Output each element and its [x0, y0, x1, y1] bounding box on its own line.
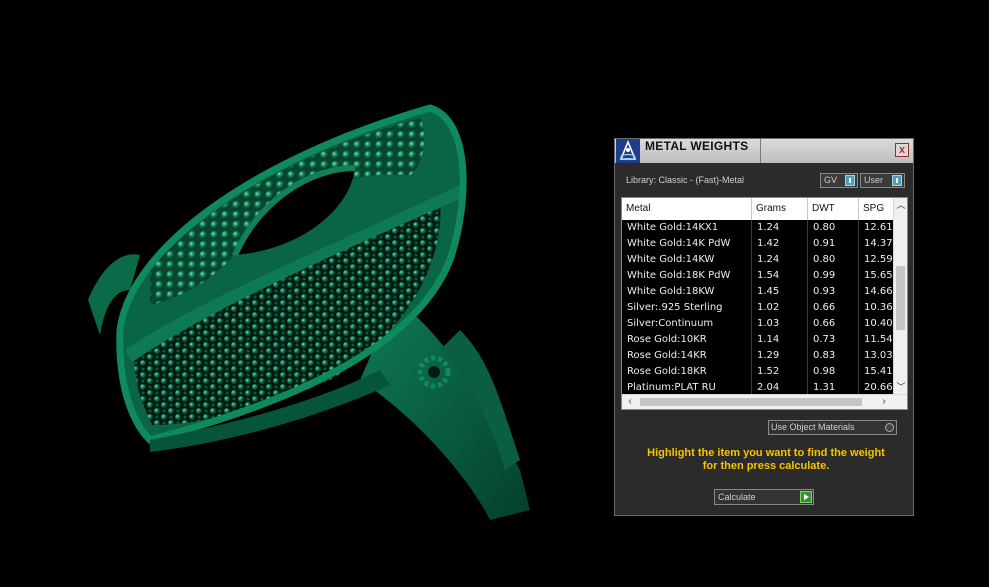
table-header: Metal Grams DWT SPG — [622, 198, 899, 220]
cell-grams: 1.54 — [752, 268, 808, 284]
cell-metal: Rose Gold:14KR — [622, 348, 752, 364]
toggle-knob-icon — [845, 175, 855, 186]
cell-dwt: 0.99 — [808, 268, 859, 284]
table-row[interactable]: White Gold:14KX1 1.24 0.80 12.61 — [622, 220, 899, 236]
cell-metal: White Gold:14KW — [622, 252, 752, 268]
scroll-left-icon[interactable]: ‹ — [624, 396, 636, 408]
metal-weights-panel: METAL WEIGHTS x Library: Classic - (Fast… — [614, 138, 914, 516]
scroll-right-icon[interactable]: › — [878, 396, 890, 408]
use-object-materials-option[interactable]: Use Object Materials — [768, 420, 897, 435]
title-divider — [760, 139, 761, 163]
calculate-button[interactable]: Calculate — [714, 489, 814, 505]
cell-dwt: 0.80 — [808, 220, 859, 236]
calculate-label: Calculate — [718, 492, 756, 502]
table-row[interactable]: Rose Gold:10KR 1.14 0.73 11.54 — [622, 332, 899, 348]
cell-dwt: 0.83 — [808, 348, 859, 364]
table-row[interactable]: Rose Gold:18KR 1.52 0.98 15.41 — [622, 364, 899, 380]
toggle-knob-icon — [892, 175, 902, 186]
cell-metal: White Gold:14KX1 — [622, 220, 752, 236]
instruction-text: Highlight the item you want to find the … — [623, 447, 909, 473]
instruction-line-2: for then press calculate. — [702, 460, 830, 472]
cell-dwt: 0.66 — [808, 316, 859, 332]
cell-grams: 1.52 — [752, 364, 808, 380]
cell-dwt: 0.80 — [808, 252, 859, 268]
gv-toggle[interactable]: GV — [820, 173, 858, 188]
table-row[interactable]: White Gold:18KW 1.45 0.93 14.66 — [622, 284, 899, 300]
cell-dwt: 0.98 — [808, 364, 859, 380]
horizontal-scroll-thumb[interactable] — [640, 398, 862, 406]
column-header-grams[interactable]: Grams — [752, 198, 808, 220]
table-row[interactable]: Silver:Continuum 1.03 0.66 10.40 — [622, 316, 899, 332]
cell-grams: 1.24 — [752, 252, 808, 268]
cell-metal: Silver:Continuum — [622, 316, 752, 332]
scroll-down-icon[interactable]: ﹀ — [896, 382, 906, 392]
table-row[interactable]: Rose Gold:14KR 1.29 0.83 13.03 — [622, 348, 899, 364]
table-row[interactable]: White Gold:14KW 1.24 0.80 12.59 — [622, 252, 899, 268]
cell-metal: White Gold:18K PdW — [622, 268, 752, 284]
table-body: White Gold:14KX1 1.24 0.80 12.61 White Gold:… — [622, 220, 899, 396]
user-toggle-label: User — [864, 175, 884, 185]
metal-table[interactable]: Metal Grams DWT SPG White Gold:14KX1 1.24… — [621, 197, 908, 410]
cell-metal: Rose Gold:18KR — [622, 364, 752, 380]
cell-dwt: 0.93 — [808, 284, 859, 300]
cell-metal: Silver:.925 Sterling — [622, 300, 752, 316]
use-object-materials-label: Use Object Materials — [771, 422, 855, 432]
gv-toggle-label: GV — [824, 175, 838, 185]
cell-dwt: 0.66 — [808, 300, 859, 316]
user-toggle[interactable]: User — [860, 173, 905, 188]
vertical-scroll-thumb[interactable] — [896, 266, 905, 330]
scroll-up-icon[interactable]: ︿ — [896, 200, 906, 210]
play-arrow-icon[interactable] — [800, 491, 812, 503]
panel-titlebar[interactable]: METAL WEIGHTS x — [615, 139, 913, 163]
cell-grams: 1.24 — [752, 220, 808, 236]
cell-grams: 1.02 — [752, 300, 808, 316]
close-button[interactable]: x — [895, 143, 909, 157]
panel-title: METAL WEIGHTS — [645, 139, 749, 153]
cell-metal: White Gold:18KW — [622, 284, 752, 300]
cell-grams: 1.42 — [752, 236, 808, 252]
cell-grams: 1.14 — [752, 332, 808, 348]
cell-grams: 1.29 — [752, 348, 808, 364]
table-row[interactable]: Silver:.925 Sterling 1.02 0.66 10.36 — [622, 300, 899, 316]
cell-grams: 1.45 — [752, 284, 808, 300]
library-label: Library: Classic - (Fast)-Metal — [626, 175, 745, 185]
cell-dwt: 0.73 — [808, 332, 859, 348]
column-header-dwt[interactable]: DWT — [808, 198, 859, 220]
instruction-line-1: Highlight the item you want to find the … — [647, 447, 885, 459]
cell-metal: Rose Gold:10KR — [622, 332, 752, 348]
cell-grams: 1.03 — [752, 316, 808, 332]
vertical-scrollbar[interactable]: ︿ ﹀ — [893, 198, 907, 395]
cell-metal: White Gold:14K PdW — [622, 236, 752, 252]
cell-dwt: 0.91 — [808, 236, 859, 252]
app-logo-icon — [616, 139, 640, 163]
radio-icon[interactable] — [885, 423, 894, 432]
horizontal-scrollbar[interactable]: ‹ › — [622, 394, 907, 409]
column-header-metal[interactable]: Metal — [622, 198, 752, 220]
table-row[interactable]: White Gold:18K PdW 1.54 0.99 15.65 — [622, 268, 899, 284]
table-row[interactable]: White Gold:14K PdW 1.42 0.91 14.37 — [622, 236, 899, 252]
